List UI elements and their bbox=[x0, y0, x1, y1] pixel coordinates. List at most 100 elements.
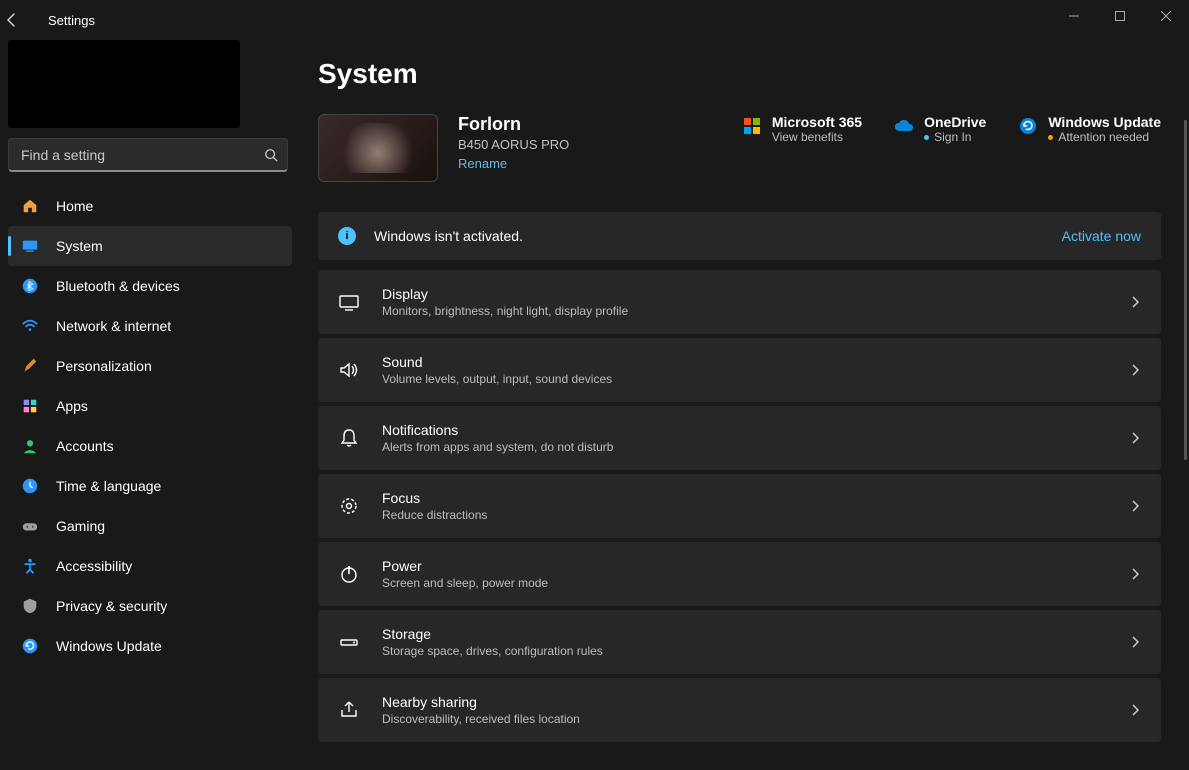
gamepad-icon bbox=[20, 516, 40, 536]
person-icon bbox=[20, 436, 40, 456]
sidebar-item-label: Accessibility bbox=[56, 558, 132, 574]
card-nearby[interactable]: Nearby sharing Discoverability, received… bbox=[318, 678, 1161, 742]
card-title: Display bbox=[382, 286, 628, 302]
close-button[interactable] bbox=[1143, 0, 1189, 32]
sidebar-item-home[interactable]: Home bbox=[8, 186, 292, 226]
window-title: Settings bbox=[44, 13, 95, 28]
card-notifications[interactable]: Notifications Alerts from apps and syste… bbox=[318, 406, 1161, 470]
card-power[interactable]: Power Screen and sleep, power mode bbox=[318, 542, 1161, 606]
sidebar-item-privacy[interactable]: Privacy & security bbox=[8, 586, 292, 626]
system-header: Forlorn B450 AORUS PRO Rename Microsoft … bbox=[318, 114, 1161, 182]
search-icon bbox=[264, 148, 278, 162]
share-icon bbox=[338, 699, 360, 721]
card-title: Nearby sharing bbox=[382, 694, 580, 710]
status-dot-icon bbox=[1048, 135, 1053, 140]
sidebar-item-label: Bluetooth & devices bbox=[56, 278, 180, 294]
card-title: Notifications bbox=[382, 422, 613, 438]
cloud-icon bbox=[894, 116, 914, 136]
display-icon bbox=[338, 291, 360, 313]
sidebar-item-personalization[interactable]: Personalization bbox=[8, 346, 292, 386]
sidebar-item-label: Home bbox=[56, 198, 93, 214]
update-icon bbox=[1018, 116, 1038, 136]
status-onedrive[interactable]: OneDrive Sign In bbox=[894, 114, 986, 144]
clock-icon bbox=[20, 476, 40, 496]
sidebar-item-accessibility[interactable]: Accessibility bbox=[8, 546, 292, 586]
card-desc: Screen and sleep, power mode bbox=[382, 576, 548, 590]
status-title: Microsoft 365 bbox=[772, 114, 862, 130]
sidebar-item-system[interactable]: System bbox=[8, 226, 292, 266]
search-wrap bbox=[8, 138, 292, 172]
status-sub: View benefits bbox=[772, 130, 862, 144]
card-focus[interactable]: Focus Reduce distractions bbox=[318, 474, 1161, 538]
back-button[interactable] bbox=[4, 12, 44, 28]
scrollbar[interactable] bbox=[1184, 120, 1187, 460]
card-desc: Reduce distractions bbox=[382, 508, 487, 522]
sidebar-item-label: Windows Update bbox=[56, 638, 162, 654]
card-desc: Monitors, brightness, night light, displ… bbox=[382, 304, 628, 318]
main-panel: System Forlorn B450 AORUS PRO Rename Mic… bbox=[300, 40, 1189, 770]
pc-thumbnail[interactable] bbox=[318, 114, 438, 182]
sidebar-item-apps[interactable]: Apps bbox=[8, 386, 292, 426]
shield-icon bbox=[20, 596, 40, 616]
activate-now-link[interactable]: Activate now bbox=[1062, 228, 1141, 244]
sidebar-item-accounts[interactable]: Accounts bbox=[8, 426, 292, 466]
card-title: Sound bbox=[382, 354, 612, 370]
sidebar-item-update[interactable]: Windows Update bbox=[8, 626, 292, 666]
sidebar-item-label: Personalization bbox=[56, 358, 152, 374]
profile-card[interactable] bbox=[8, 40, 240, 128]
card-desc: Volume levels, output, input, sound devi… bbox=[382, 372, 612, 386]
bell-icon bbox=[338, 427, 360, 449]
status-row: Microsoft 365 View benefits OneDrive Sig… bbox=[742, 114, 1161, 144]
status-title: Windows Update bbox=[1048, 114, 1161, 130]
status-sub: Sign In bbox=[924, 130, 986, 144]
sidebar-item-label: Privacy & security bbox=[56, 598, 167, 614]
update-icon bbox=[20, 636, 40, 656]
card-desc: Discoverability, received files location bbox=[382, 712, 580, 726]
page-title: System bbox=[318, 58, 1161, 90]
status-update[interactable]: Windows Update Attention needed bbox=[1018, 114, 1161, 144]
chevron-right-icon bbox=[1129, 636, 1141, 648]
chevron-right-icon bbox=[1129, 432, 1141, 444]
sidebar-item-label: Apps bbox=[56, 398, 88, 414]
minimize-button[interactable] bbox=[1051, 0, 1097, 32]
card-desc: Storage space, drives, configuration rul… bbox=[382, 644, 603, 658]
card-storage[interactable]: Storage Storage space, drives, configura… bbox=[318, 610, 1161, 674]
chevron-right-icon bbox=[1129, 704, 1141, 716]
card-display[interactable]: Display Monitors, brightness, night ligh… bbox=[318, 270, 1161, 334]
sidebar-item-gaming[interactable]: Gaming bbox=[8, 506, 292, 546]
maximize-button[interactable] bbox=[1097, 0, 1143, 32]
chevron-right-icon bbox=[1129, 500, 1141, 512]
pc-name: Forlorn bbox=[458, 114, 569, 135]
titlebar: Settings bbox=[0, 0, 1189, 40]
status-m365[interactable]: Microsoft 365 View benefits bbox=[742, 114, 862, 144]
window-controls bbox=[1051, 0, 1189, 32]
chevron-right-icon bbox=[1129, 568, 1141, 580]
apps-icon bbox=[20, 396, 40, 416]
sidebar: Home System Bluetooth & devices Network … bbox=[0, 40, 300, 770]
sidebar-item-label: Time & language bbox=[56, 478, 161, 494]
chevron-right-icon bbox=[1129, 364, 1141, 376]
status-sub: Attention needed bbox=[1048, 130, 1161, 144]
search-input[interactable] bbox=[8, 138, 288, 172]
sidebar-item-bluetooth[interactable]: Bluetooth & devices bbox=[8, 266, 292, 306]
sidebar-item-network[interactable]: Network & internet bbox=[8, 306, 292, 346]
rename-link[interactable]: Rename bbox=[458, 156, 507, 171]
sidebar-item-label: Network & internet bbox=[56, 318, 171, 334]
focus-icon bbox=[338, 495, 360, 517]
brush-icon bbox=[20, 356, 40, 376]
bluetooth-icon bbox=[20, 276, 40, 296]
card-sound[interactable]: Sound Volume levels, output, input, soun… bbox=[318, 338, 1161, 402]
card-desc: Alerts from apps and system, do not dist… bbox=[382, 440, 613, 454]
sidebar-item-label: Accounts bbox=[56, 438, 114, 454]
status-title: OneDrive bbox=[924, 114, 986, 130]
pc-model: B450 AORUS PRO bbox=[458, 137, 569, 152]
wifi-icon bbox=[20, 316, 40, 336]
accessibility-icon bbox=[20, 556, 40, 576]
info-icon: i bbox=[338, 227, 356, 245]
sidebar-item-time[interactable]: Time & language bbox=[8, 466, 292, 506]
power-icon bbox=[338, 563, 360, 585]
storage-icon bbox=[338, 631, 360, 653]
card-title: Focus bbox=[382, 490, 487, 506]
system-icon bbox=[20, 236, 40, 256]
sidebar-item-label: System bbox=[56, 238, 103, 254]
